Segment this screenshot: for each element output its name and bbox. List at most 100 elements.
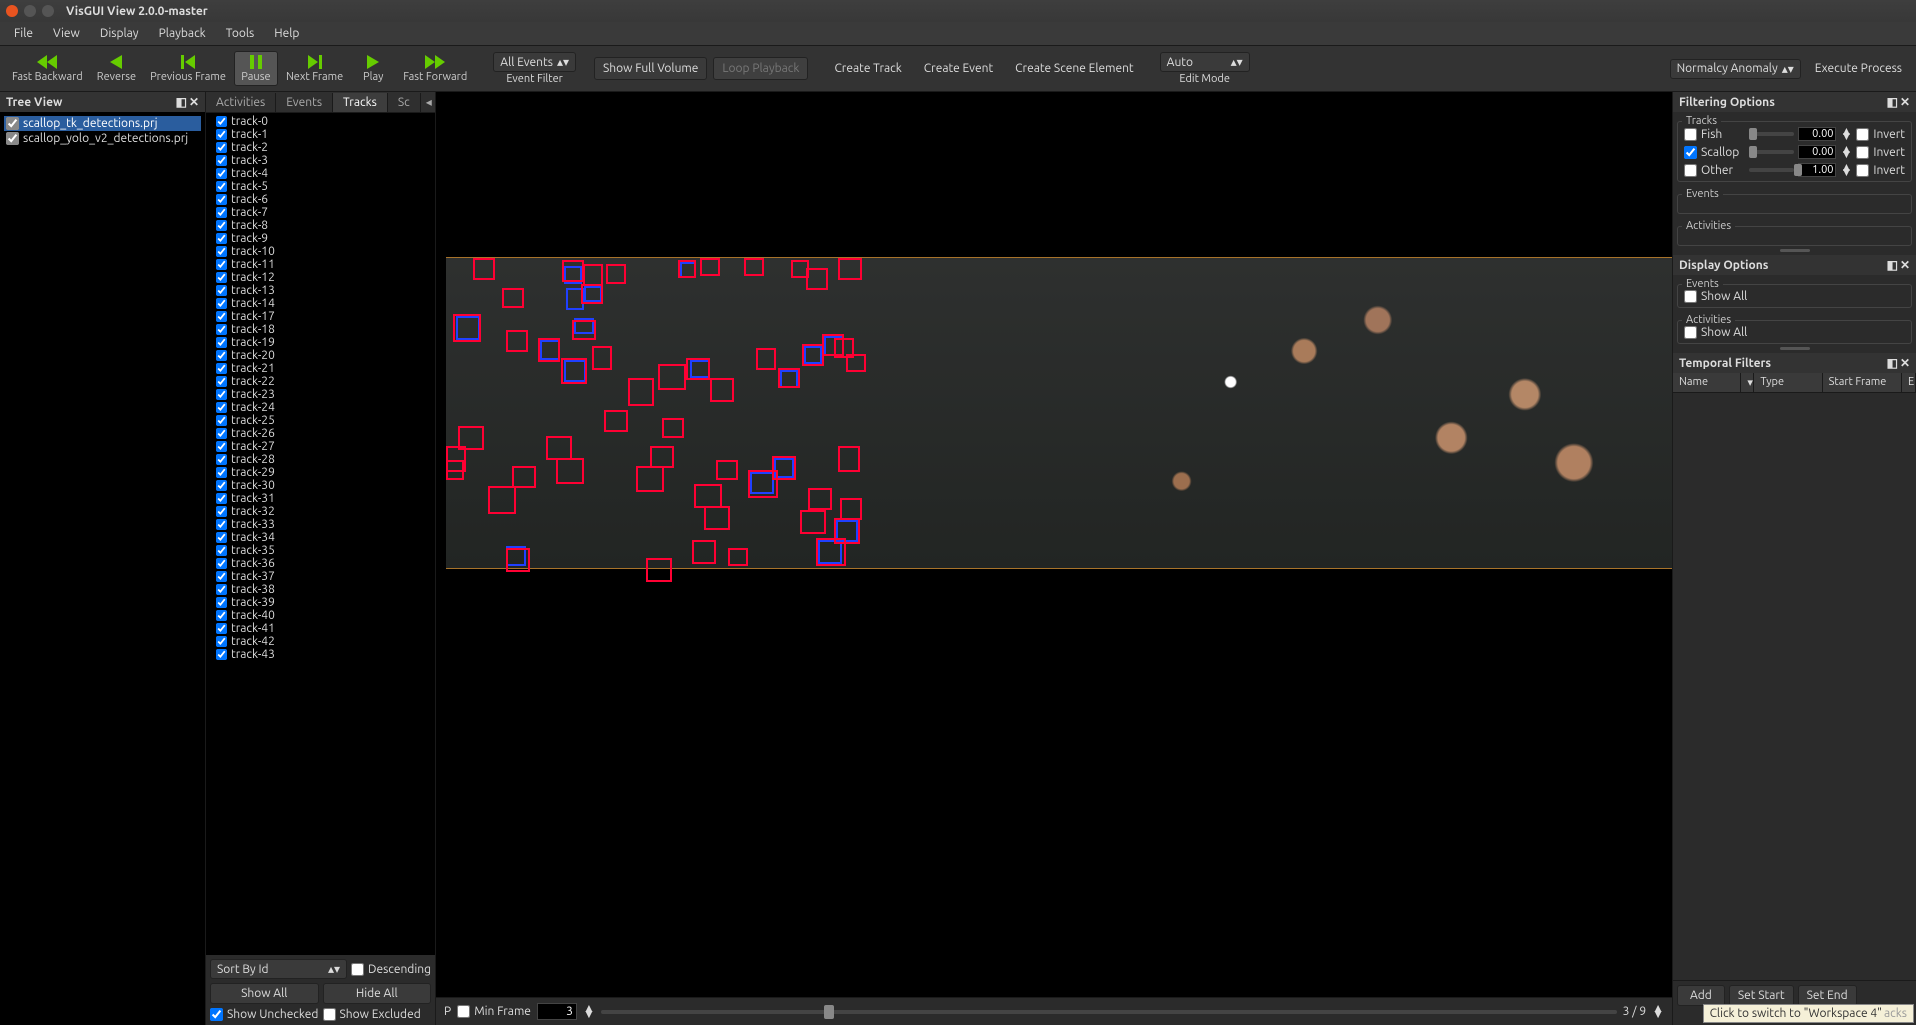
detection-box[interactable] [606,264,626,284]
track-checkbox[interactable] [216,285,227,296]
track-row[interactable]: track-31 [210,492,431,505]
track-checkbox[interactable] [216,545,227,556]
tab-tracks[interactable]: Tracks [333,93,388,112]
track-checkbox[interactable] [216,298,227,309]
descending-checkbox[interactable]: Descending [351,963,431,976]
detection-box[interactable] [446,460,464,480]
add-button[interactable]: Add [1677,985,1725,1006]
filter-slider[interactable] [1749,132,1794,136]
filter-invert-checkbox[interactable] [1856,128,1869,141]
track-row[interactable]: track-4 [210,167,431,180]
track-checkbox[interactable] [216,311,227,322]
track-checkbox[interactable] [216,259,227,270]
track-row[interactable]: track-41 [210,622,431,635]
track-checkbox[interactable] [216,649,227,660]
filter-slider[interactable] [1749,168,1794,172]
detection-box[interactable] [658,364,686,390]
track-row[interactable]: track-32 [210,505,431,518]
min-frame-checkbox[interactable]: Min Frame [457,1005,531,1018]
filter-slider[interactable] [1749,150,1794,154]
track-checkbox[interactable] [216,220,227,231]
detection-box[interactable] [604,410,628,432]
detection-box[interactable] [704,506,730,530]
spinner-down-icon[interactable]: ▼ [1840,170,1852,175]
track-row[interactable]: track-2 [210,141,431,154]
detection-box[interactable] [694,484,722,508]
edit-mode-select[interactable]: Auto ▴▾ [1160,52,1250,72]
filter-invert-checkbox[interactable] [1856,164,1869,177]
menu-playback[interactable]: Playback [151,24,214,43]
track-row[interactable]: track-5 [210,180,431,193]
track-checkbox[interactable] [216,129,227,140]
track-row[interactable]: track-8 [210,219,431,232]
detection-box[interactable] [583,264,603,286]
track-checkbox[interactable] [216,350,227,361]
tree-item-checkbox[interactable] [6,117,19,130]
detection-box[interactable] [808,488,832,510]
tree-item-checkbox[interactable] [6,132,19,145]
close-panel-icon[interactable]: ✕ [1900,258,1910,272]
detection-box[interactable] [506,330,528,352]
minimize-window-icon[interactable] [24,5,36,17]
track-row[interactable]: track-21 [210,362,431,375]
set-start-button[interactable]: Set Start [1729,985,1794,1006]
detection-box[interactable] [538,338,560,362]
show-unchecked-checkbox[interactable]: Show Unchecked [210,1008,319,1021]
close-panel-icon[interactable]: ✕ [1900,356,1910,370]
tree-item[interactable]: scallop_tk_detections.prj [4,116,201,131]
track-checkbox[interactable] [216,480,227,491]
temporal-table-header[interactable]: Name ▾ Type Start Frame E [1673,373,1916,393]
track-row[interactable]: track-17 [210,310,431,323]
detection-box[interactable] [710,378,734,402]
detection-box[interactable] [778,368,800,388]
detection-box[interactable] [728,548,748,566]
track-checkbox[interactable] [216,506,227,517]
track-checkbox[interactable] [216,142,227,153]
detection-box[interactable] [458,426,484,450]
track-checkbox[interactable] [216,415,227,426]
spinner-down-icon[interactable]: ▼ [1652,1012,1664,1018]
track-checkbox[interactable] [216,376,227,387]
previous-frame-button[interactable]: Previous Frame [144,51,232,86]
track-checkbox[interactable] [216,454,227,465]
current-frame-input[interactable] [537,1003,577,1020]
track-checkbox[interactable] [216,207,227,218]
filter-invert-checkbox[interactable] [1856,146,1869,159]
detection-box[interactable] [716,460,738,480]
track-row[interactable]: track-43 [210,648,431,661]
track-row[interactable]: track-14 [210,297,431,310]
track-checkbox[interactable] [216,519,227,530]
track-row[interactable]: track-23 [210,388,431,401]
detection-box[interactable] [846,354,866,372]
filter-value-input[interactable] [1798,127,1836,141]
filter-other-checkbox[interactable] [1684,164,1697,177]
detection-box[interactable] [838,446,860,472]
menu-help[interactable]: Help [266,24,307,43]
track-checkbox[interactable] [216,571,227,582]
track-row[interactable]: track-34 [210,531,431,544]
hide-all-button[interactable]: Hide All [323,983,432,1004]
filter-fish-checkbox[interactable] [1684,128,1697,141]
track-row[interactable]: track-7 [210,206,431,219]
detection-box[interactable] [506,548,530,572]
sort-select[interactable]: Sort By Id ▴▾ [210,959,347,979]
show-full-volume-button[interactable]: Show Full Volume [594,57,707,80]
show-all-button[interactable]: Show All [210,983,319,1004]
track-row[interactable]: track-3 [210,154,431,167]
track-row[interactable]: track-28 [210,453,431,466]
detection-box[interactable] [581,284,603,304]
track-row[interactable]: track-9 [210,232,431,245]
track-row[interactable]: track-42 [210,635,431,648]
detection-box[interactable] [816,538,846,566]
undock-icon[interactable]: ◧ [1887,95,1898,109]
track-row[interactable]: track-40 [210,609,431,622]
next-frame-button[interactable]: Next Frame [280,51,349,86]
close-window-icon[interactable] [6,5,18,17]
normalcy-select[interactable]: Normalcy Anomaly ▴▾ [1670,59,1801,79]
track-list[interactable]: track-0track-1track-2track-3track-4track… [206,113,435,955]
track-checkbox[interactable] [216,194,227,205]
track-checkbox[interactable] [216,597,227,608]
close-panel-icon[interactable]: ✕ [1900,95,1910,109]
play-button[interactable]: Play [351,51,395,86]
execute-process-button[interactable]: Execute Process [1807,58,1910,79]
